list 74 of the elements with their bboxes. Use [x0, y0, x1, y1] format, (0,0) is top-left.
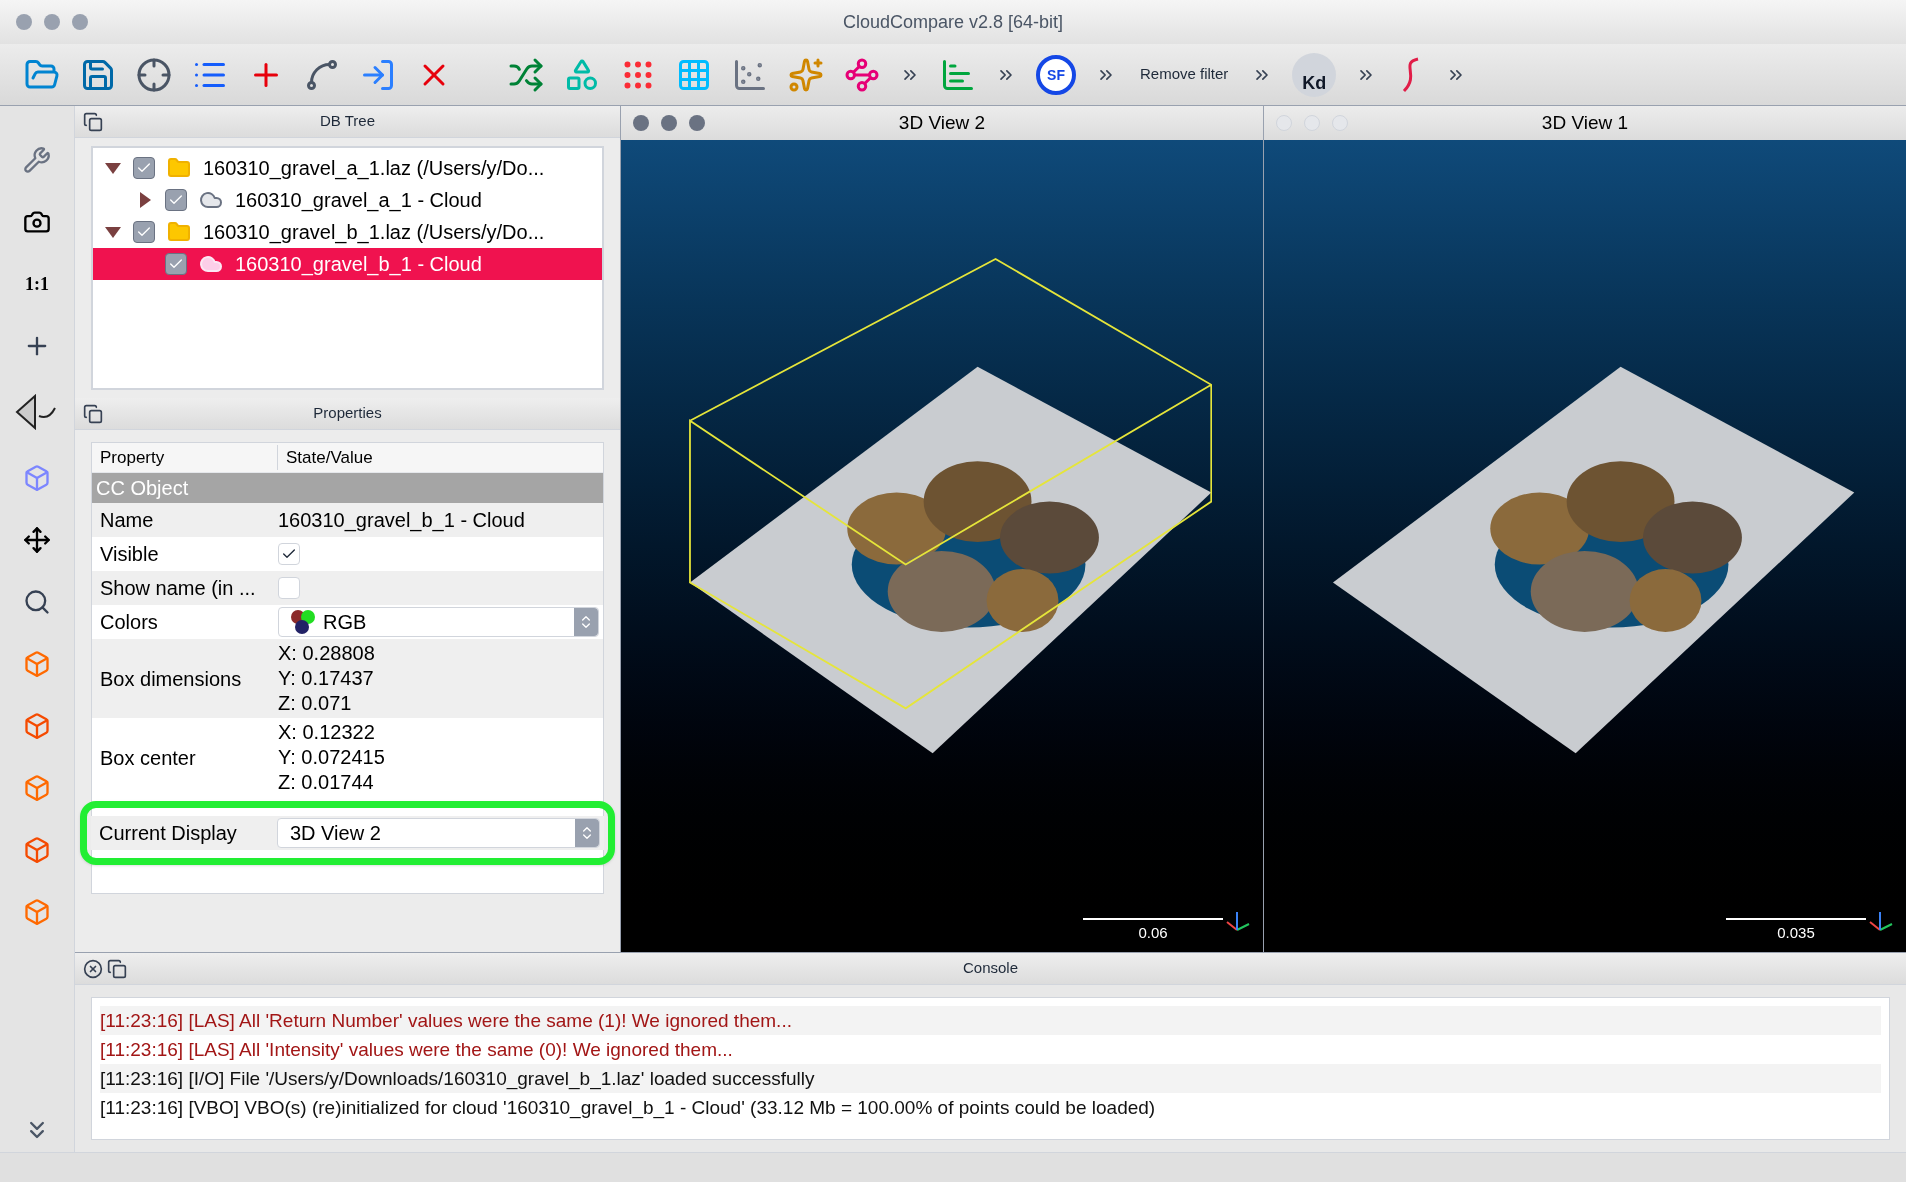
- view-title: 3D View 1: [1541, 110, 1629, 135]
- panel-title: DB Tree: [320, 111, 375, 132]
- undock-icon[interactable]: [83, 403, 103, 424]
- wrench-icon[interactable]: [23, 146, 51, 174]
- column-header: Property: [92, 444, 278, 471]
- tree-item[interactable]: 160310_gravel_a_1.laz (/Users/y/Do...: [93, 152, 602, 184]
- property-value: Z: 0.01744: [278, 770, 375, 795]
- property-name: Visible: [99, 542, 160, 567]
- box-icon[interactable]: [23, 774, 51, 802]
- property-value: X: 0.12322: [278, 720, 376, 745]
- section-header: CC Object: [92, 473, 603, 503]
- select-value: 3D View 2: [290, 821, 382, 846]
- property-name: Box center: [99, 745, 197, 771]
- undock-icon[interactable]: [83, 111, 103, 132]
- view-title: 3D View 2: [898, 110, 986, 135]
- panel-title: Console: [963, 958, 1018, 979]
- property-value: X: 0.28808: [278, 641, 375, 666]
- property-name: Box dimensions: [99, 666, 243, 692]
- perspective-icon[interactable]: [15, 394, 59, 430]
- box-icon[interactable]: [23, 836, 51, 864]
- tree-label: 160310_gravel_b_1 - Cloud: [235, 252, 482, 278]
- property-value: Y: 0.17437: [278, 666, 375, 691]
- axis-icon: [1868, 910, 1894, 932]
- select-field[interactable]: 3D View 2: [277, 818, 600, 848]
- cube-icon[interactable]: [23, 464, 51, 492]
- waypoints-icon[interactable]: [844, 56, 880, 93]
- tree-item[interactable]: 160310_gravel_a_1 - Cloud: [93, 184, 602, 216]
- panel-title: Properties: [313, 403, 382, 424]
- scale-label: 0.035: [1777, 922, 1815, 943]
- kd-icon[interactable]: Kd: [1292, 52, 1337, 97]
- box-icon[interactable]: [23, 898, 51, 926]
- box-icon[interactable]: [23, 712, 51, 740]
- property-value: Z: 0.071: [278, 691, 353, 716]
- checkbox[interactable]: [165, 253, 187, 275]
- checkbox[interactable]: [133, 157, 155, 179]
- remove-filter-button[interactable]: Remove filter: [1136, 63, 1233, 86]
- close-icon[interactable]: [83, 958, 103, 979]
- expanded-triangle-icon[interactable]: [105, 226, 121, 238]
- select-value: RGB: [323, 610, 368, 635]
- folder-icon: [167, 156, 191, 180]
- tree-label: 160310_gravel_a_1 - Cloud: [235, 188, 482, 214]
- column-header: State/Value: [285, 446, 373, 469]
- property-name: Current Display: [98, 821, 238, 846]
- tree-label: 160310_gravel_a_1.laz (/Users/y/Do...: [203, 156, 545, 182]
- select-field[interactable]: RGB: [278, 607, 599, 637]
- rgb-icon: [291, 610, 315, 634]
- sf-icon[interactable]: SF: [1036, 54, 1076, 95]
- console-line: [11:23:16] [LAS] All 'Intensity' values were the same (0)! We ignored them...: [100, 1038, 734, 1062]
- undock-icon[interactable]: [107, 958, 127, 979]
- tree-item[interactable]: 160310_gravel_b_1.laz (/Users/y/Do...: [93, 216, 602, 248]
- property-name: Colors: [99, 610, 159, 635]
- crosshair-icon[interactable]: [136, 56, 172, 93]
- collapsed-triangle-icon[interactable]: [139, 192, 151, 208]
- shuffle-icon[interactable]: [508, 56, 544, 93]
- property-name: Show name (in ...: [99, 576, 257, 601]
- sparkle-icon[interactable]: [788, 56, 824, 93]
- window-title: CloudCompare v2.8 [64-bit]: [842, 10, 1064, 34]
- tree-item[interactable]: 160310_gravel_b_1 - Cloud: [93, 248, 602, 280]
- property-value: 160310_gravel_b_1 - Cloud: [278, 508, 525, 534]
- console-line: [11:23:16] [VBO] VBO(s) (re)initialized for cloud '160310_gravel_b_1 - Cloud' (33.12 Mb = 100.00% of points could be loaded): [100, 1096, 1157, 1121]
- move-icon[interactable]: [23, 526, 51, 554]
- box-icon[interactable]: [23, 650, 51, 678]
- checkbox[interactable]: [165, 189, 187, 211]
- tree-label: 160310_gravel_b_1.laz (/Users/y/Do...: [203, 220, 545, 246]
- axis-icon: [1225, 910, 1251, 932]
- property-name: Name: [99, 508, 155, 533]
- search-icon[interactable]: [23, 588, 51, 616]
- folder-icon: [167, 220, 191, 244]
- property-value: Y: 0.072415: [278, 745, 385, 770]
- checkbox[interactable]: [133, 221, 155, 243]
- window-controls[interactable]: [633, 115, 705, 131]
- scale-label: 0.06: [1138, 922, 1168, 943]
- one-to-one-icon[interactable]: 1:1: [25, 270, 49, 298]
- expanded-triangle-icon[interactable]: [105, 162, 121, 174]
